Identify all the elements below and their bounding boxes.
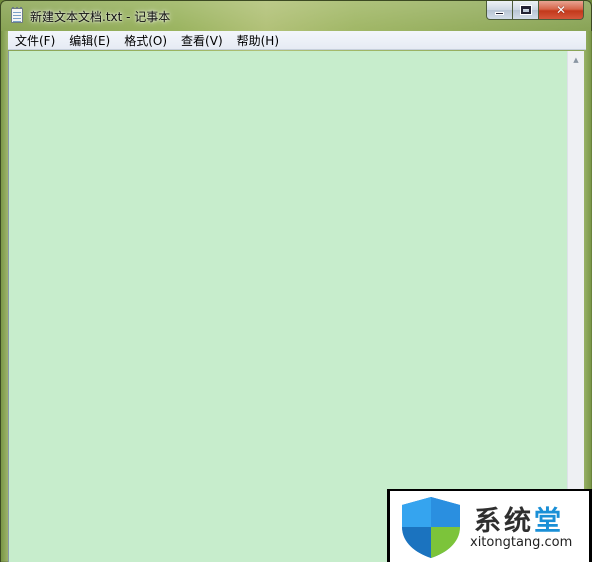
close-icon: ✕: [555, 3, 567, 17]
watermark-panel: 系统堂 xitongtang.com: [390, 491, 589, 562]
minimize-icon: [495, 12, 504, 15]
window-frame-right: [584, 31, 592, 562]
notepad-icon[interactable]: [11, 7, 23, 23]
caption-buttons: ✕: [486, 1, 584, 21]
vertical-scrollbar[interactable]: ▲: [567, 51, 584, 562]
menu-view[interactable]: 查看(V): [174, 32, 230, 49]
menu-bar: 文件(F) 编辑(E) 格式(O) 查看(V) 帮助(H): [8, 31, 586, 50]
watermark-brand-prefix: 系统: [474, 506, 534, 537]
window-title: 新建文本文档.txt - 记事本: [30, 10, 171, 24]
window-frame-left: [1, 31, 8, 562]
watermark-logo: 系统堂 xitongtang.com: [387, 489, 592, 562]
title-bar[interactable]: 新建文本文档.txt - 记事本 ✕: [1, 1, 591, 31]
notepad-window: 新建文本文档.txt - 记事本 ✕ 文件(F) 编辑(E) 格式(O) 查看(…: [0, 0, 592, 562]
text-editor-area[interactable]: [8, 51, 567, 562]
menu-help[interactable]: 帮助(H): [230, 32, 286, 49]
close-button[interactable]: ✕: [539, 1, 584, 20]
watermark-brand: 系统堂: [474, 499, 564, 538]
minimize-button[interactable]: [486, 1, 513, 20]
scroll-up-arrow-icon[interactable]: ▲: [568, 51, 584, 68]
menu-format[interactable]: 格式(O): [117, 32, 174, 49]
shield-logo-icon: [402, 497, 460, 558]
maximize-button[interactable]: [513, 1, 539, 20]
watermark-brand-accent: 堂: [534, 506, 564, 537]
menu-edit[interactable]: 编辑(E): [62, 32, 117, 49]
maximize-icon: [519, 5, 532, 15]
watermark-url: xitongtang.com: [470, 535, 573, 550]
menu-file[interactable]: 文件(F): [8, 32, 62, 49]
